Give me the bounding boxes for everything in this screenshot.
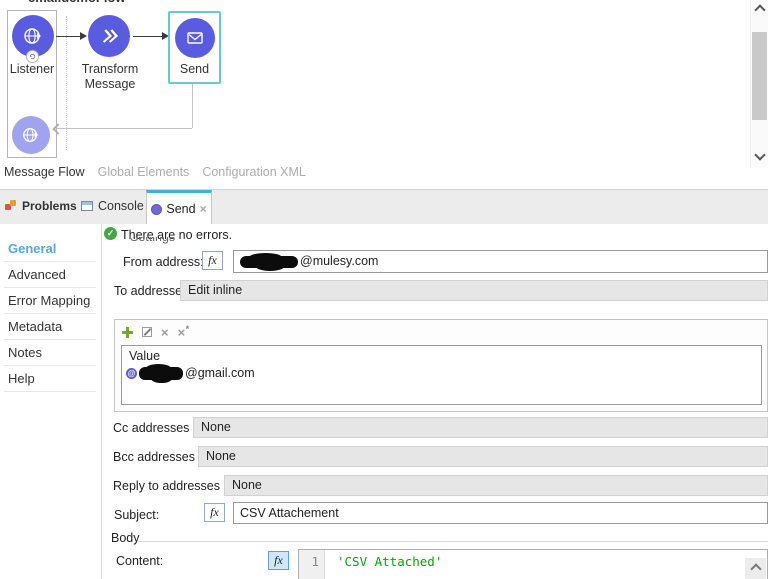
chevron-up-icon [753, 4, 766, 16]
message-flow-canvas: emaildemoFlow Listener [0, 0, 768, 188]
error-listener-node[interactable] [12, 116, 50, 154]
tab-message-flow[interactable]: Message Flow [4, 165, 85, 179]
reply-to-addresses-select[interactable]: None [224, 475, 768, 496]
flow-arrow-1 [56, 32, 87, 41]
subject-fx-button[interactable]: fx [204, 503, 225, 522]
sidebar-item-metadata[interactable]: Metadata [0, 314, 101, 340]
globe-icon [22, 25, 44, 47]
properties-editor: General Advanced Error Mapping Metadata … [0, 224, 768, 579]
line-number-gutter: 1 [299, 550, 325, 579]
cc-addresses-select[interactable]: None [193, 417, 768, 438]
settings-section-title: Settings [130, 237, 176, 244]
value-column-header: Value [129, 349, 161, 363]
listener-node[interactable] [12, 15, 54, 63]
reply-to-addresses-label: Reply to addresses [113, 479, 221, 493]
body-section-title: Body [111, 531, 140, 545]
to-addresses-panel: × × Value @ @gmail.com [114, 319, 768, 412]
properties-sidebar: General Advanced Error Mapping Metadata … [0, 224, 102, 579]
email-at-icon: @ [126, 367, 137, 379]
add-icon[interactable] [122, 326, 133, 338]
properties-panel-tabbar: Problems Console Send × [0, 189, 768, 225]
sidebar-item-error-mapping[interactable]: Error Mapping [0, 288, 101, 314]
sidebar-item-general[interactable]: General [0, 236, 101, 262]
delete-icon[interactable]: × [161, 326, 169, 339]
editor-scroll-up-button[interactable] [745, 558, 766, 579]
general-properties-pane: ✓ There are no errors. Settings From add… [103, 224, 768, 579]
tab-send-active[interactable]: Send × [146, 190, 212, 225]
flow-title: emaildemoFlow [28, 0, 126, 6]
globe-icon [21, 125, 41, 145]
anypoint-studio-window: emaildemoFlow Listener [0, 0, 768, 579]
dataweave-expression[interactable]: 'CSV Attached' [325, 550, 442, 579]
envelope-icon [185, 28, 205, 48]
to-addresses-table: Value @ @gmail.com [121, 345, 762, 405]
redacted-text [240, 252, 298, 271]
table-toolbar: × × [115, 320, 767, 339]
tab-console[interactable]: Console [81, 199, 144, 213]
from-address-input[interactable]: @mulesy.com [233, 250, 768, 273]
from-address-fx-button[interactable]: fx [202, 251, 223, 270]
transform-message-node[interactable] [88, 15, 130, 57]
bcc-addresses-label: Bcc addresses [113, 450, 195, 464]
transform-message-label: Transform Message [81, 62, 139, 91]
to-addresses-label: To addresses [114, 284, 189, 298]
send-node-selected[interactable]: Send [168, 11, 221, 84]
tab-configuration-xml[interactable]: Configuration XML [202, 165, 306, 179]
chevron-up-icon [749, 563, 762, 575]
dataweave-icon [98, 25, 120, 47]
problems-icon [5, 200, 17, 212]
error-connector-vertical [192, 82, 193, 128]
send-node-circle [174, 18, 215, 58]
table-row[interactable]: @ @gmail.com [122, 363, 761, 383]
body-section-divider [137, 541, 768, 542]
subject-label: Subject: [114, 508, 160, 522]
delete-all-icon[interactable]: × [178, 324, 189, 339]
sidebar-item-help[interactable]: Help [0, 366, 101, 392]
mule-component-icon [151, 203, 163, 215]
redacted-text [139, 363, 183, 383]
canvas-scrollbar[interactable] [750, 0, 768, 168]
content-code-editor[interactable]: 1 'CSV Attached' [298, 549, 768, 579]
scrollbar-thumb[interactable] [752, 32, 767, 120]
tab-problems[interactable]: Problems [5, 199, 77, 213]
success-check-icon: ✓ [104, 227, 117, 240]
cc-addresses-label: Cc addresses [113, 421, 190, 435]
chevron-down-icon [753, 149, 766, 161]
sidebar-item-advanced[interactable]: Advanced [0, 262, 101, 288]
listener-label: Listener [9, 62, 55, 76]
from-address-label: From address: [123, 255, 204, 269]
sidebar-item-notes[interactable]: Notes [0, 340, 101, 366]
canvas-view-tabs: Message Flow Global Elements Configurati… [4, 165, 306, 179]
close-tab-icon[interactable]: × [200, 203, 207, 215]
bcc-addresses-select[interactable]: None [198, 446, 768, 467]
content-fx-button[interactable]: fx [268, 551, 289, 570]
scroll-up-button[interactable] [753, 3, 766, 17]
tab-global-elements[interactable]: Global Elements [98, 165, 190, 179]
edit-icon[interactable] [142, 327, 152, 337]
subject-input[interactable]: CSV Attachement [233, 502, 768, 524]
console-icon [81, 201, 93, 211]
to-addresses-select[interactable]: Edit inline [180, 280, 768, 301]
content-label: Content: [116, 554, 164, 568]
flow-arrow-2 [133, 32, 169, 41]
send-label: Send [179, 62, 210, 76]
error-connector-horizontal [57, 128, 192, 129]
scroll-down-button[interactable] [753, 148, 766, 162]
